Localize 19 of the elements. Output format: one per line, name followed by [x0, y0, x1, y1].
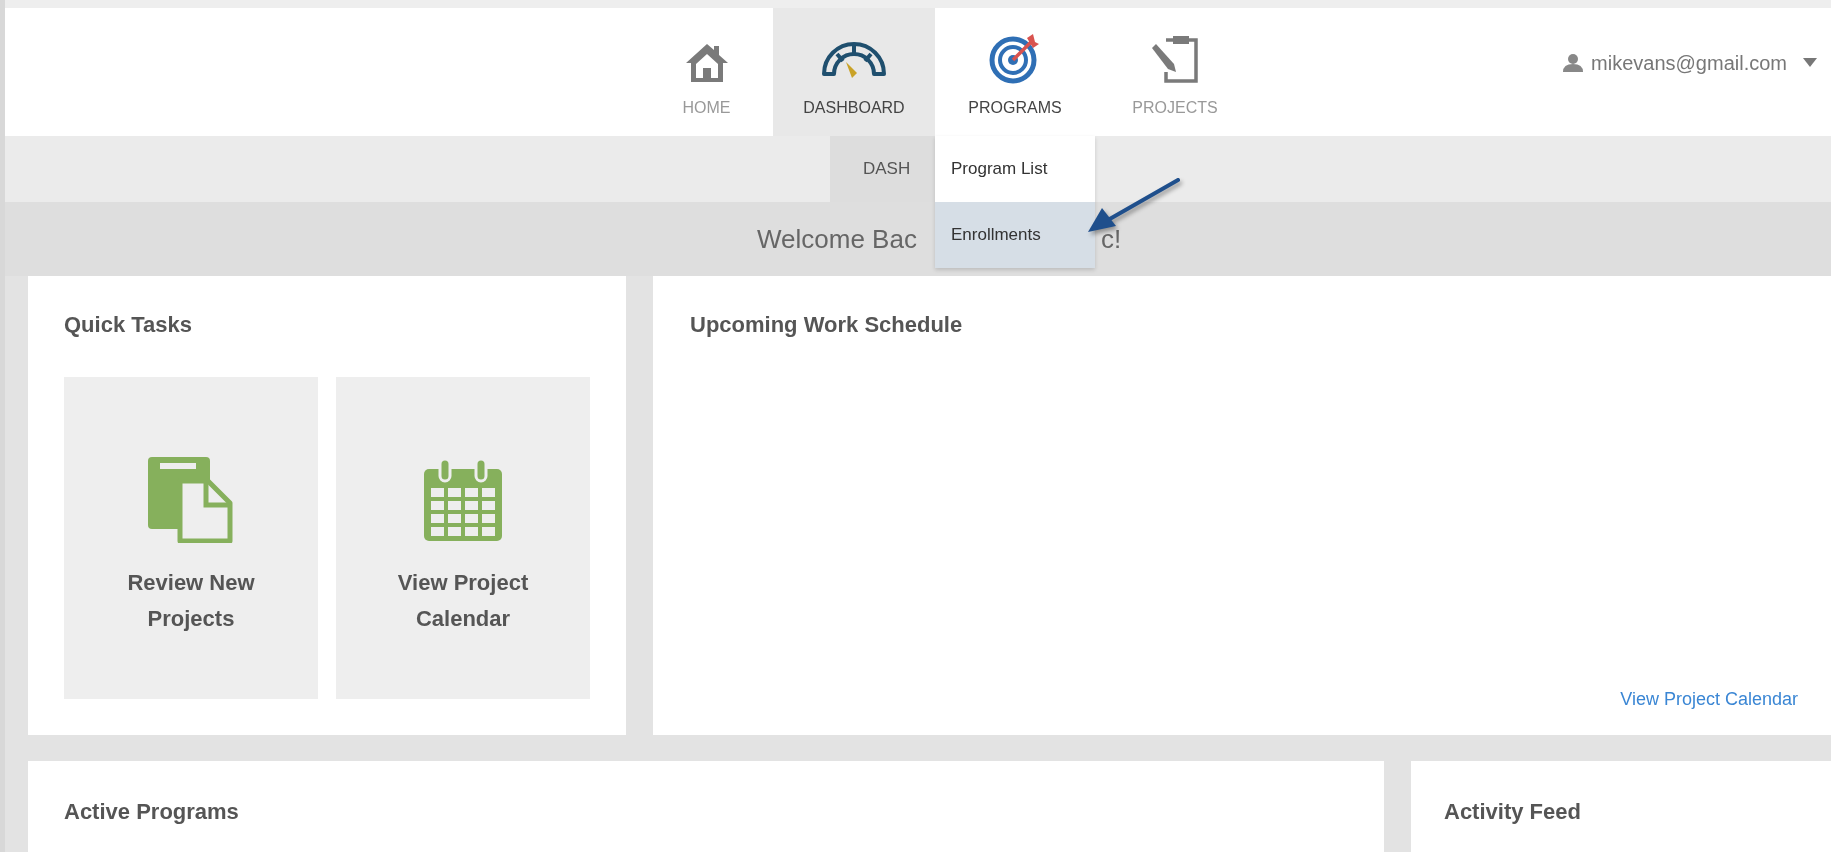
task-tile[interactable]: Review New Projects — [64, 377, 318, 699]
card-title: Quick Tasks — [64, 314, 193, 336]
menu-item[interactable]: Program List — [935, 136, 1095, 202]
card-title: Activity Feed — [1444, 801, 1582, 823]
nav-tab[interactable]: DASHBOARD — [773, 8, 935, 136]
welcome-text: c! — [1101, 222, 1122, 256]
calendar-link[interactable]: View Project Calendar — [1620, 686, 1798, 713]
card-title: Upcoming Work Schedule — [690, 314, 964, 336]
caret-icon[interactable] — [1803, 58, 1817, 68]
welcome-text: Welcome Bac — [757, 222, 918, 256]
task-tile[interactable]: View Project Calendar — [336, 377, 590, 699]
menu-item[interactable]: Enrollments — [935, 202, 1095, 268]
target-icon — [989, 32, 1041, 84]
subnav-tab[interactable]: DASH — [830, 136, 935, 202]
documents-icon — [148, 457, 234, 543]
user-email[interactable]: mikevans@gmail.com — [1591, 48, 1787, 78]
user-icon — [1563, 54, 1584, 72]
calendar-icon — [422, 457, 504, 543]
card-title: Active Programs — [64, 801, 240, 823]
